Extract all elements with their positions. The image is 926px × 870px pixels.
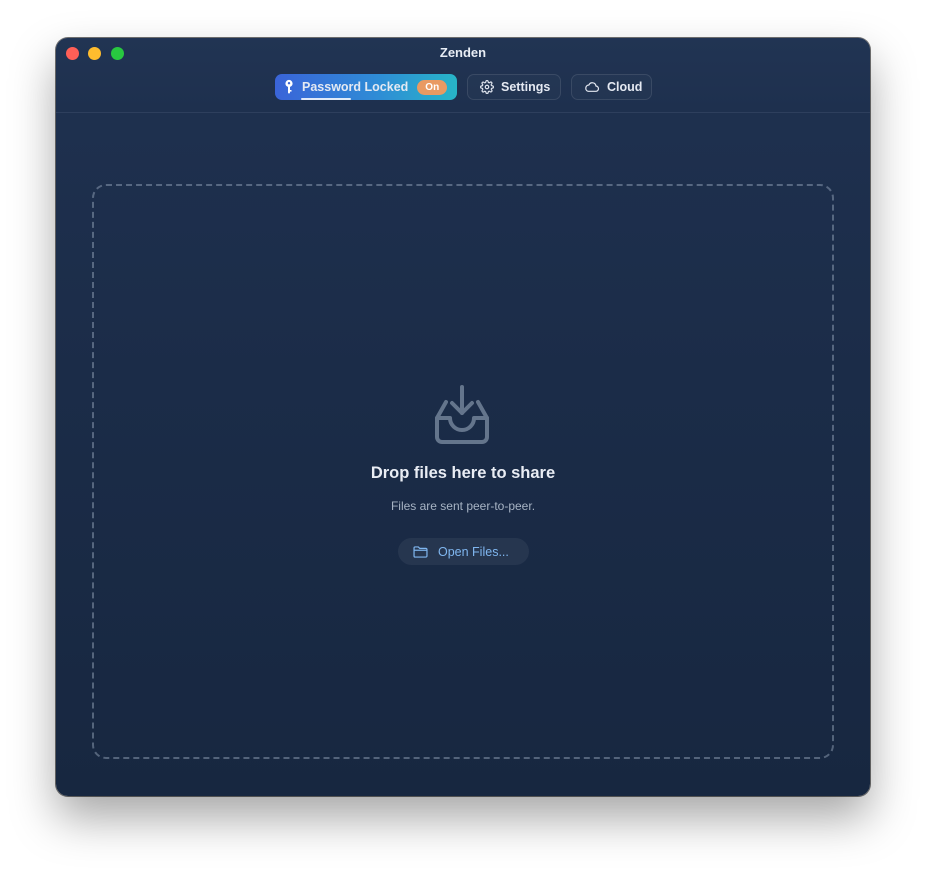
password-locked-label: Password Locked	[302, 80, 409, 94]
status-badge: On	[417, 79, 448, 95]
toolbar: Password Locked On Settings Cloud	[56, 74, 870, 102]
open-files-label: Open Files...	[438, 544, 509, 559]
settings-button[interactable]: Settings	[467, 74, 561, 100]
cloud-label: Cloud	[607, 80, 643, 94]
folder-icon	[413, 545, 428, 558]
cloud-button[interactable]: Cloud	[571, 74, 652, 100]
password-locked-toggle[interactable]: Password Locked On	[275, 74, 457, 100]
drop-zone-subtitle: Files are sent peer-to-peer.	[390, 499, 536, 513]
cloud-icon	[585, 82, 600, 92]
inbox-download-icon	[435, 385, 489, 444]
active-indicator	[301, 98, 351, 100]
open-files-button[interactable]: Open Files...	[398, 538, 529, 565]
window-title: Zenden	[439, 45, 487, 60]
drop-zone-title: Drop files here to share	[370, 464, 556, 482]
app-window: Zenden Password Locked On Settings Cloud…	[56, 38, 870, 796]
settings-label: Settings	[501, 80, 551, 94]
titlebar: Zenden Password Locked On Settings Cloud	[56, 38, 870, 113]
gear-icon	[480, 80, 494, 94]
key-icon	[285, 79, 293, 94]
